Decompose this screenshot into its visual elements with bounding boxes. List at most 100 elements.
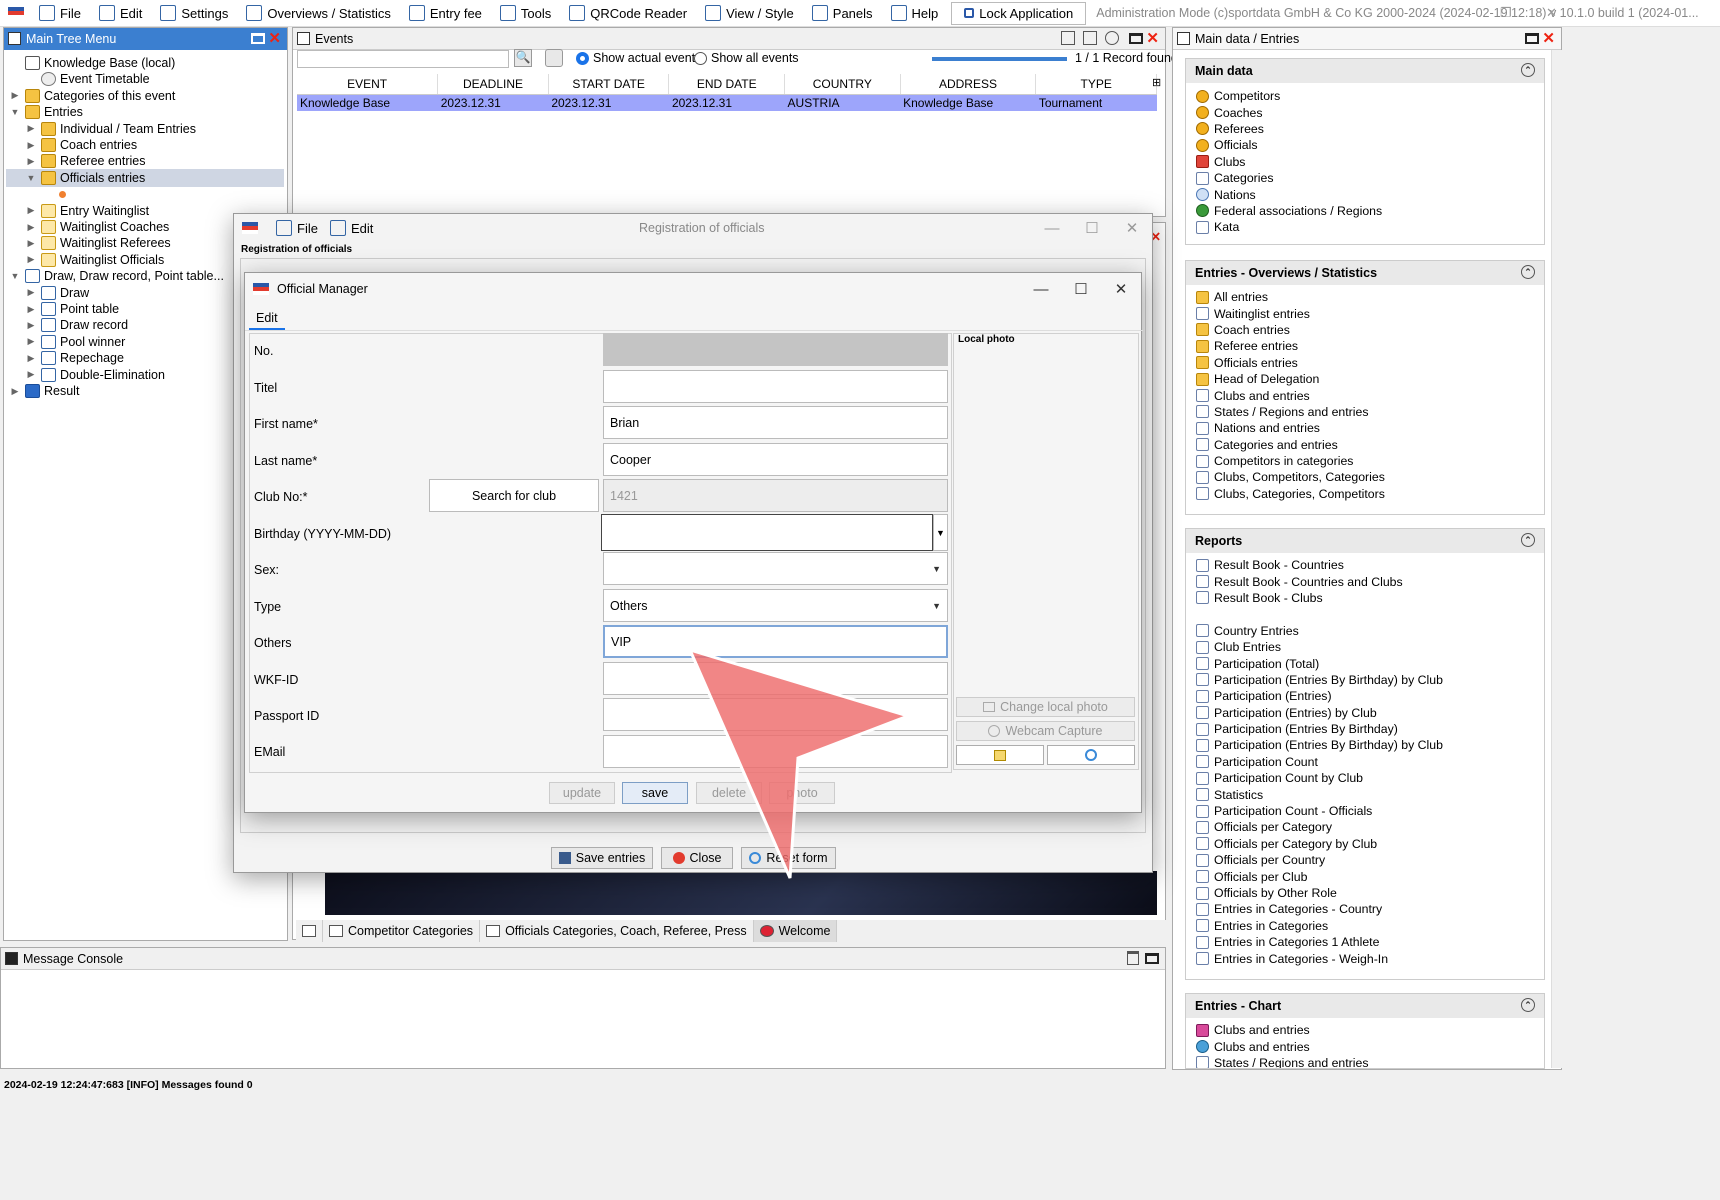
tree-item-double-elimination[interactable]: ▶ Double-Elimination xyxy=(26,366,165,384)
collapsed-icon[interactable]: ▶ xyxy=(26,238,36,249)
delete-button[interactable]: delete xyxy=(696,782,762,804)
list-item-officials-per-club[interactable]: Officials per Club xyxy=(1186,868,1544,884)
list-item-categories-and-entries[interactable]: Categories and entries xyxy=(1186,437,1544,453)
list-item-nations[interactable]: Nations xyxy=(1186,186,1544,202)
tree-item-waitinglist-coaches[interactable]: ▶ Waitinglist Coaches xyxy=(26,218,169,236)
main-data-header[interactable]: Main data ⌃ xyxy=(1186,59,1544,83)
tree-item-draw-draw-record-point-table[interactable]: ▼ Draw, Draw record, Point table... xyxy=(10,267,224,285)
tree-item-event-timetable[interactable]: Event Timetable xyxy=(26,70,150,88)
reg-menu-edit[interactable]: Edit xyxy=(324,214,379,242)
list-item-club-entries[interactable]: Club Entries xyxy=(1186,639,1544,655)
menu-settings[interactable]: Settings xyxy=(151,0,237,26)
refresh-events-icon[interactable] xyxy=(545,49,563,67)
others-input[interactable]: VIP xyxy=(603,625,948,658)
tree-item-categories-of-this-event[interactable]: ▶ Categories of this event xyxy=(10,87,175,105)
tree-item-entry-waitinglist[interactable]: ▶ Entry Waitinglist xyxy=(26,202,149,220)
collapse-icon[interactable]: ⌃ xyxy=(1521,63,1535,77)
birthday-input[interactable] xyxy=(601,514,933,551)
expanded-icon[interactable]: ▼ xyxy=(26,173,36,183)
list-item-referees[interactable]: Referees xyxy=(1186,121,1544,137)
tab-officials-categories-coach-referee-press[interactable]: Officials Categories, Coach, Referee, Pr… xyxy=(480,920,754,942)
show-all-events-radio[interactable]: Show all events xyxy=(694,51,799,65)
sex-select[interactable]: ▼ xyxy=(603,552,948,585)
close-icon[interactable]: ✕ xyxy=(268,29,281,47)
close-button[interactable]: ✕ xyxy=(1101,273,1141,305)
tree-item-officials-entries[interactable]: ▼ Officials entries xyxy=(6,168,284,187)
list-item-states-regions-and-entries[interactable]: States / Regions and entries xyxy=(1186,404,1544,420)
restore-window-button[interactable]: ❐ xyxy=(1500,5,1512,21)
list-item-country-entries[interactable]: Country Entries xyxy=(1186,623,1544,639)
tree-item-knowledge-base-local[interactable]: Knowledge Base (local) xyxy=(10,54,175,72)
list-item-officials-per-country[interactable]: Officials per Country xyxy=(1186,852,1544,868)
collapsed-icon[interactable]: ▶ xyxy=(26,123,36,134)
column-header-deadline[interactable]: DEADLINE xyxy=(437,74,549,95)
collapsed-icon[interactable]: ▶ xyxy=(26,287,36,298)
collapsed-icon[interactable]: ▶ xyxy=(26,353,36,364)
tree-item-entry-marker[interactable] xyxy=(42,185,66,203)
column-header-start-date[interactable]: START DATE xyxy=(548,74,670,95)
list-item-participation-entries-by-club[interactable]: Participation (Entries) by Club xyxy=(1186,705,1544,721)
list-item-officials-entries[interactable]: Officials entries xyxy=(1186,355,1544,371)
list-item-waitinglist-entries[interactable]: Waitinglist entries xyxy=(1186,305,1544,321)
overviews-header[interactable]: Entries - Overviews / Statistics ⌃ xyxy=(1186,261,1544,285)
list-item-categories[interactable]: Categories xyxy=(1186,170,1544,186)
list-item-result-book-countries-and-clubs[interactable]: Result Book - Countries and Clubs xyxy=(1186,573,1544,589)
close-icon[interactable]: ✕ xyxy=(1542,29,1555,47)
save-entries-button[interactable]: Save entries xyxy=(551,847,653,869)
list-item-competitors[interactable]: Competitors xyxy=(1186,88,1544,104)
tree-item-individual-team-entries[interactable]: ▶ Individual / Team Entries xyxy=(26,120,196,138)
minimize-button[interactable]: — xyxy=(1032,214,1072,242)
last-name-input[interactable]: Cooper xyxy=(603,443,948,476)
list-item-competitors-in-categories[interactable]: Competitors in categories xyxy=(1186,453,1544,469)
close-window-button[interactable]: ✕ xyxy=(1546,5,1557,21)
trash-icon[interactable] xyxy=(1127,951,1139,965)
menu-tools[interactable]: Tools xyxy=(491,0,560,26)
list-item-clubs-and-entries[interactable]: Clubs and entries xyxy=(1186,387,1544,403)
tree-item-referee-entries[interactable]: ▶ Referee entries xyxy=(26,152,145,170)
collapsed-icon[interactable]: ▶ xyxy=(26,336,36,347)
collapsed-icon[interactable]: ▶ xyxy=(26,369,36,380)
maximize-icon[interactable] xyxy=(1145,953,1159,964)
tree-item-waitinglist-officials[interactable]: ▶ Waitinglist Officials xyxy=(26,251,164,269)
column-header-end-date[interactable]: END DATE xyxy=(668,74,786,95)
close-button[interactable]: ✕ xyxy=(1112,214,1152,242)
list-item-officials-per-category[interactable]: Officials per Category xyxy=(1186,819,1544,835)
collapsed-icon[interactable]: ▶ xyxy=(10,386,20,397)
collapse-icon[interactable]: ⌃ xyxy=(1521,533,1535,547)
list-item-participation-entries-by-birthday-by-club[interactable]: Participation (Entries By Birthday) by C… xyxy=(1186,672,1544,688)
webcam-capture-button[interactable]: Webcam Capture xyxy=(956,721,1135,741)
collapsed-icon[interactable]: ▶ xyxy=(26,222,36,233)
table-row[interactable]: Knowledge Base 2023.12.31 2023.12.31 2023.1… xyxy=(297,94,1157,111)
column-header-type[interactable]: TYPE xyxy=(1035,74,1157,95)
reset-form-button[interactable]: Reset form xyxy=(741,847,836,869)
tab-competitor-categories[interactable]: Competitor Categories xyxy=(323,920,481,942)
folder-open-icon[interactable] xyxy=(1083,31,1097,45)
change-local-photo-button[interactable]: Change local photo xyxy=(956,697,1135,717)
maximize-button[interactable]: ☐ xyxy=(1072,214,1112,242)
chart-header[interactable]: Entries - Chart ⌃ xyxy=(1186,994,1544,1018)
list-item-entries-in-categories-country[interactable]: Entries in Categories - Country xyxy=(1186,901,1544,917)
list-item-states-regions-and-entries[interactable]: States / Regions and entries xyxy=(1186,1055,1544,1068)
save-button[interactable]: save xyxy=(622,782,688,804)
tree-item-draw[interactable]: ▶ Draw xyxy=(26,284,89,302)
search-club-button[interactable]: Search for club xyxy=(429,479,599,512)
collapsed-icon[interactable]: ▶ xyxy=(10,90,20,101)
list-item-participation-entries-by-birthday-by-club[interactable]: Participation (Entries By Birthday) by C… xyxy=(1186,737,1544,753)
column-header-country[interactable]: COUNTRY xyxy=(784,74,901,95)
first-name-input[interactable]: Brian xyxy=(603,406,948,439)
tab-edit[interactable]: Edit xyxy=(249,308,285,330)
lock-application-button[interactable]: Lock Application xyxy=(951,1,1087,25)
menu-panels[interactable]: Panels xyxy=(803,0,882,26)
search-icon[interactable]: 🔍 xyxy=(514,49,532,67)
menu-entry-fee[interactable]: Entry fee xyxy=(400,0,491,26)
show-actual-events-radio[interactable]: Show actual events xyxy=(576,51,701,65)
tree-item-draw-record[interactable]: ▶ Draw record xyxy=(26,316,128,334)
list-item-coach-entries[interactable]: Coach entries xyxy=(1186,322,1544,338)
tree-item-point-table[interactable]: ▶ Point table xyxy=(26,300,119,318)
collapsed-icon[interactable]: ▶ xyxy=(26,140,36,151)
type-select[interactable]: Others ▼ xyxy=(603,589,948,622)
list-item-clubs-and-entries[interactable]: Clubs and entries xyxy=(1186,1038,1544,1054)
menu-edit[interactable]: Edit xyxy=(90,0,151,26)
list-item-officials-per-category-by-club[interactable]: Officials per Category by Club xyxy=(1186,836,1544,852)
tree-item-pool-winner[interactable]: ▶ Pool winner xyxy=(26,333,125,351)
